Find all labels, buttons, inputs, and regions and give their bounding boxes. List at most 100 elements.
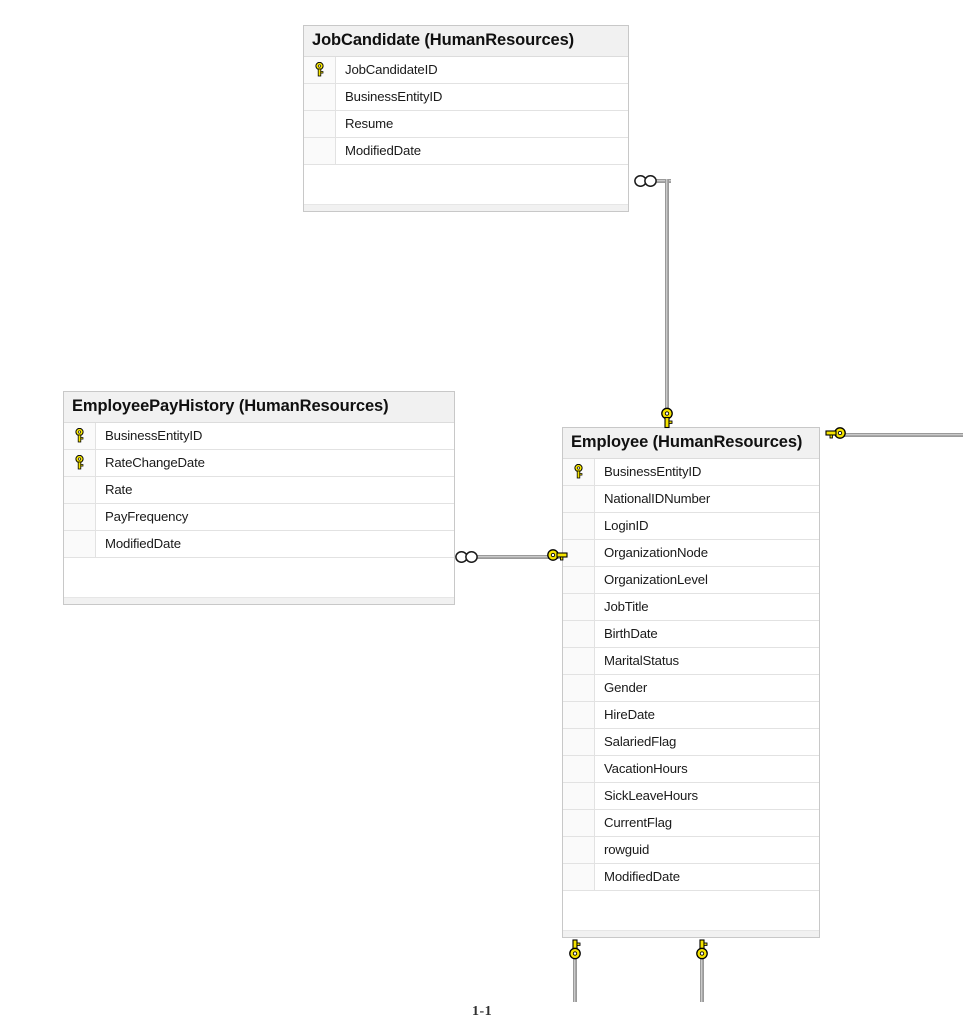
field-name: ModifiedDate (604, 869, 680, 885)
primary-key-icon (64, 449, 96, 476)
field-row[interactable]: OrganizationLevel (563, 565, 819, 593)
field-row[interactable]: NationalIDNumber (563, 484, 819, 512)
entity-table-employeepayhistory[interactable]: EmployeePayHistory (HumanResources) Busi… (63, 391, 455, 605)
entity-title-employeepayhistory: EmployeePayHistory (HumanResources) (64, 392, 454, 422)
key-cell-empty (563, 863, 595, 890)
relationship-line-employee-right[interactable] (843, 433, 963, 437)
key-cell-empty (304, 83, 336, 110)
field-row[interactable]: HireDate (563, 700, 819, 728)
entity-table-employee[interactable]: Employee (HumanResources) BusinessEntity… (562, 427, 820, 938)
many-cardinality-icon-jobcandidate (634, 175, 657, 187)
entity-title-jobcandidate: JobCandidate (HumanResources) (304, 26, 628, 56)
key-cell-empty (563, 782, 595, 809)
key-cell-empty (563, 728, 595, 755)
field-name: JobCandidateID (345, 62, 438, 78)
field-row[interactable]: SickLeaveHours (563, 781, 819, 809)
entity-bottom-bar (563, 929, 819, 937)
key-cell-empty (563, 566, 595, 593)
diagram-canvas[interactable]: JobCandidate (HumanResources) JobCandida… (0, 0, 963, 1024)
key-icon (75, 455, 84, 470)
key-cell-empty (64, 503, 96, 530)
key-cell-empty (563, 512, 595, 539)
entity-footer (64, 556, 454, 597)
key-icon (315, 62, 324, 77)
page-tile-label: 1-1 (472, 1004, 493, 1019)
entity-fields-employeepayhistory: BusinessEntityID RateChangeDate Rate Pay… (64, 421, 454, 557)
field-name: ModifiedDate (105, 536, 181, 552)
key-cell-empty (563, 620, 595, 647)
key-cell-empty (304, 137, 336, 164)
field-row[interactable]: rowguid (563, 835, 819, 863)
one-cardinality-key-icon-employee-left (547, 549, 568, 561)
field-row[interactable]: CurrentFlag (563, 808, 819, 836)
entity-fields-employee: BusinessEntityID NationalIDNumber LoginI… (563, 457, 819, 890)
field-name: Gender (604, 680, 648, 696)
key-icon (574, 464, 583, 479)
field-row[interactable]: JobTitle (563, 592, 819, 620)
field-name: ModifiedDate (345, 143, 421, 159)
field-row[interactable]: OrganizationNode (563, 538, 819, 566)
field-row[interactable]: Gender (563, 673, 819, 701)
key-cell-empty (563, 836, 595, 863)
field-row[interactable]: ModifiedDate (304, 136, 628, 164)
field-row[interactable]: Resume (304, 109, 628, 137)
many-cardinality-icon-payhistory (455, 551, 478, 563)
field-row[interactable]: VacationHours (563, 754, 819, 782)
field-row[interactable]: ModifiedDate (563, 862, 819, 890)
key-cell-empty (64, 530, 96, 557)
key-cell-empty (563, 701, 595, 728)
field-name: BusinessEntityID (345, 89, 443, 105)
field-row[interactable]: MaritalStatus (563, 646, 819, 674)
field-name: rowguid (604, 842, 650, 858)
key-cell-empty (563, 647, 595, 674)
key-cell-empty (563, 809, 595, 836)
field-row[interactable]: ModifiedDate (64, 529, 454, 557)
field-name: SickLeaveHours (604, 788, 698, 804)
one-cardinality-key-icon-employee-right (825, 427, 846, 439)
field-name: BusinessEntityID (105, 428, 203, 444)
field-row[interactable]: PayFrequency (64, 502, 454, 530)
primary-key-icon (563, 458, 595, 485)
field-name: NationalIDNumber (604, 491, 711, 507)
field-row[interactable]: BusinessEntityID (64, 421, 454, 449)
field-row[interactable]: BusinessEntityID (563, 457, 819, 485)
one-cardinality-key-icon-employee-bottom-left (569, 939, 581, 960)
key-cell-empty (563, 674, 595, 701)
entity-fields-jobcandidate: JobCandidateID BusinessEntityID Resume M… (304, 55, 628, 164)
field-row[interactable]: BusinessEntityID (304, 82, 628, 110)
entity-bottom-bar (64, 596, 454, 604)
field-name: OrganizationNode (604, 545, 708, 561)
entity-footer (563, 889, 819, 930)
entity-table-jobcandidate[interactable]: JobCandidate (HumanResources) JobCandida… (303, 25, 629, 212)
field-name: VacationHours (604, 761, 688, 777)
one-cardinality-key-icon-employee-top (661, 407, 673, 429)
relationship-line-employee-bottom-left[interactable] (573, 955, 577, 1002)
key-cell-empty (563, 593, 595, 620)
primary-key-icon (304, 56, 336, 83)
field-name: SalariedFlag (604, 734, 677, 750)
field-name: PayFrequency (105, 509, 189, 525)
entity-footer (304, 163, 628, 204)
field-row[interactable]: RateChangeDate (64, 448, 454, 476)
field-row[interactable]: LoginID (563, 511, 819, 539)
relationship-line-employee-bottom-right[interactable] (700, 955, 704, 1002)
field-name: Resume (345, 116, 394, 132)
entity-bottom-bar (304, 203, 628, 211)
field-name: OrganizationLevel (604, 572, 708, 588)
key-cell-empty (563, 485, 595, 512)
field-row[interactable]: Rate (64, 475, 454, 503)
field-name: CurrentFlag (604, 815, 672, 831)
field-name: JobTitle (604, 599, 649, 615)
entity-title-employee: Employee (HumanResources) (563, 428, 819, 458)
field-row[interactable]: SalariedFlag (563, 727, 819, 755)
one-cardinality-key-icon-employee-bottom-right (696, 939, 708, 960)
relationship-line-jobcandidate-employee-vertical[interactable] (665, 179, 669, 416)
field-name: LoginID (604, 518, 649, 534)
field-name: Rate (105, 482, 133, 498)
field-row[interactable]: JobCandidateID (304, 55, 628, 83)
key-icon (75, 428, 84, 443)
field-name: RateChangeDate (105, 455, 205, 471)
key-cell-empty (563, 755, 595, 782)
field-name: BirthDate (604, 626, 658, 642)
field-row[interactable]: BirthDate (563, 619, 819, 647)
